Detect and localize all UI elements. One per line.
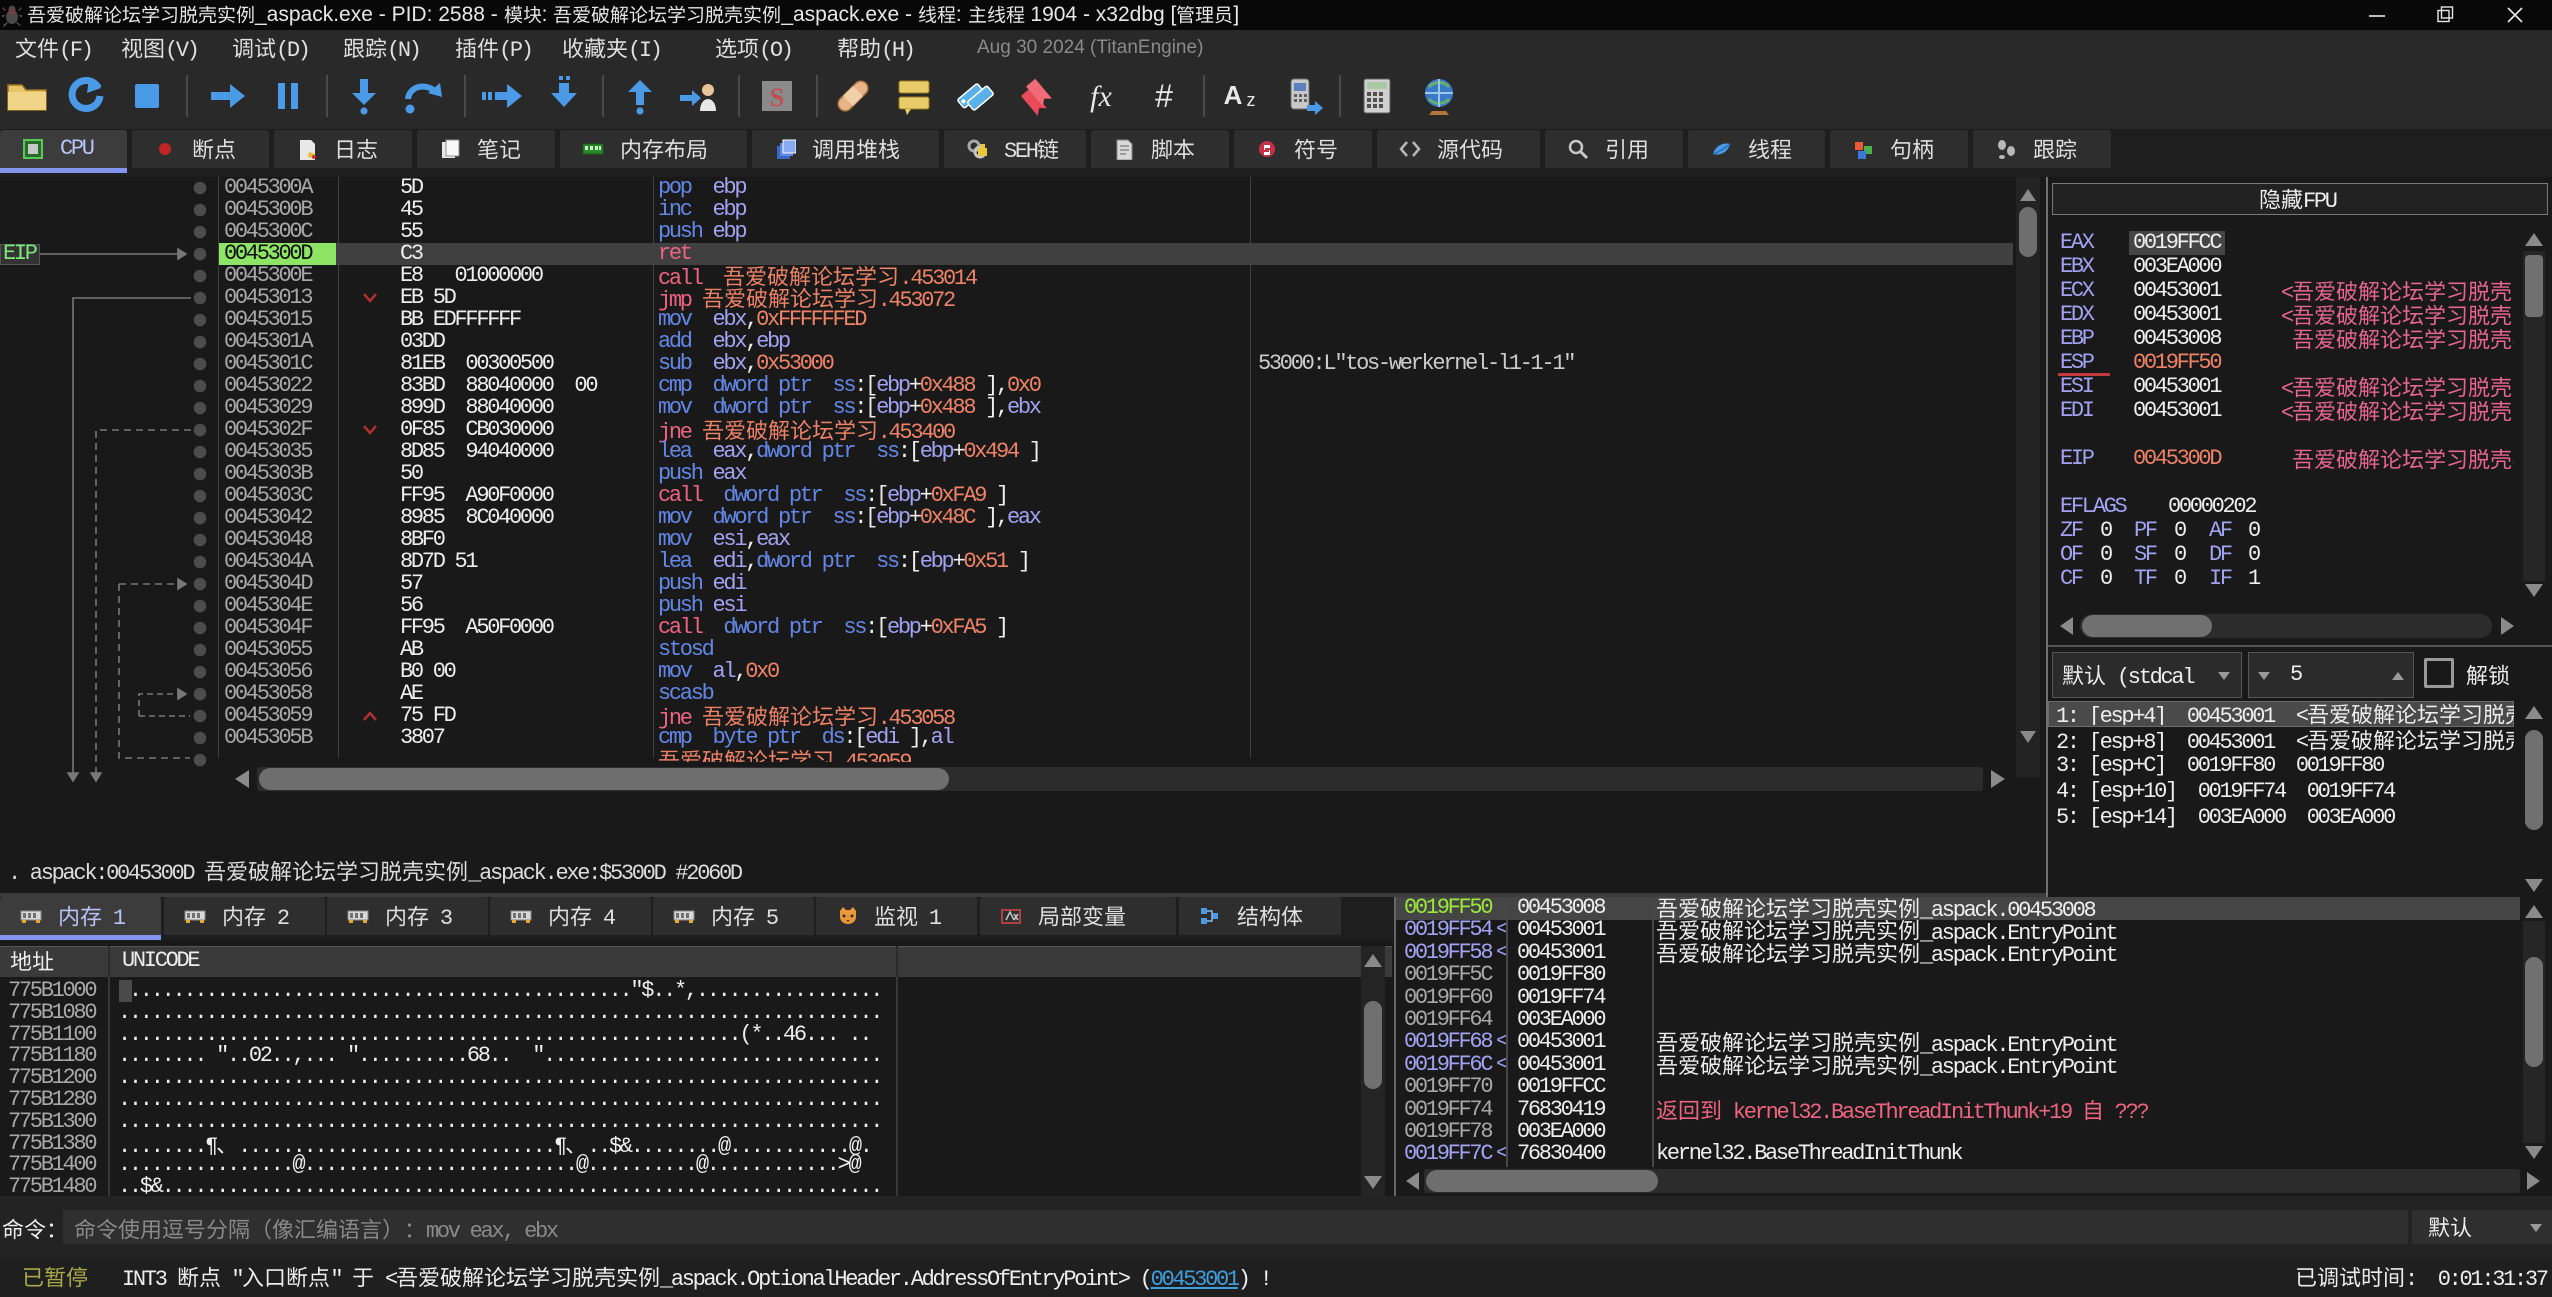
svg-text:z: z xyxy=(1247,90,1256,110)
svg-text:fx: fx xyxy=(1090,80,1112,113)
svg-text:S: S xyxy=(770,83,784,112)
svg-text:#: # xyxy=(1155,78,1173,114)
svg-text:A: A xyxy=(1224,80,1243,110)
